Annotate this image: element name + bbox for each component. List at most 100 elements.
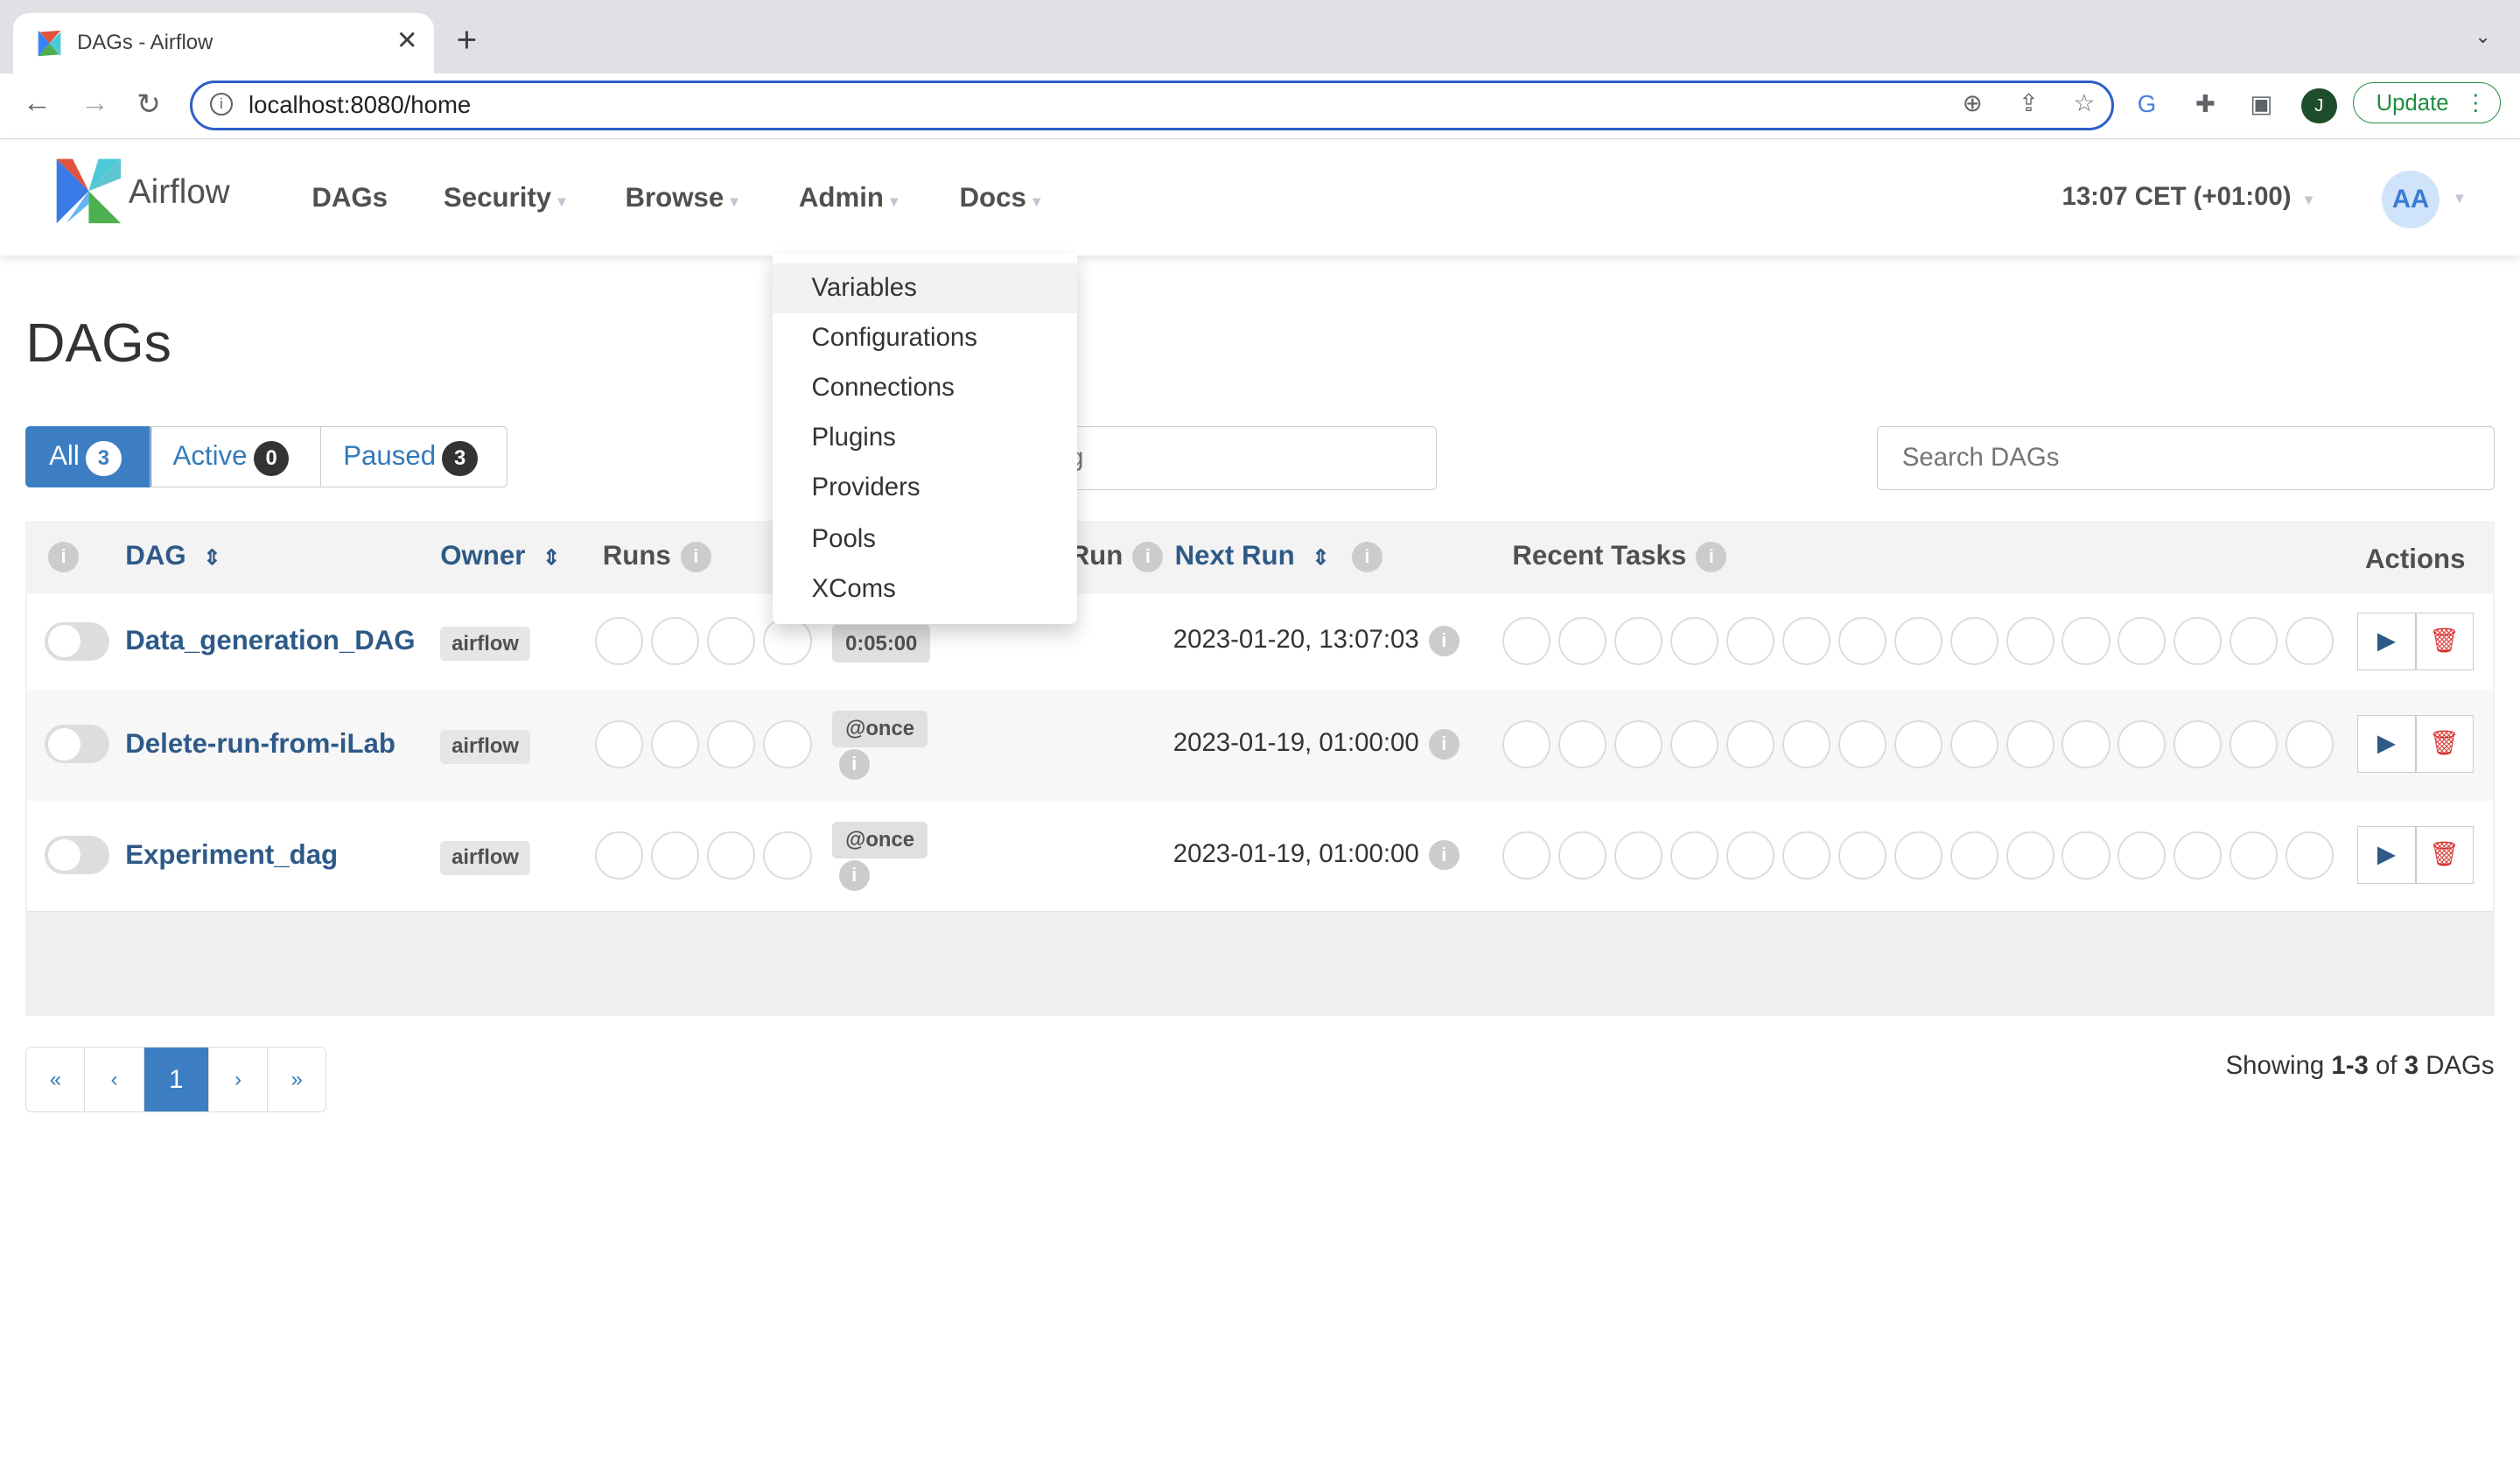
task-status-circle[interactable]: [2286, 719, 2334, 768]
pause-toggle[interactable]: [45, 836, 109, 875]
update-button[interactable]: Update ⋮: [2352, 81, 2501, 124]
info-icon[interactable]: i: [1132, 542, 1164, 573]
new-tab-icon[interactable]: +: [457, 19, 478, 60]
run-status-circle[interactable]: [707, 617, 756, 666]
nav-browse[interactable]: Browse ▼: [625, 182, 741, 214]
task-status-circle[interactable]: [2118, 719, 2166, 768]
task-status-circle[interactable]: [2230, 617, 2278, 666]
trigger-dag-button[interactable]: ▶: [2357, 612, 2416, 670]
delete-dag-button[interactable]: 🗑: [2415, 612, 2474, 670]
search-dags-input[interactable]: [1877, 425, 2495, 491]
menu-item-plugins[interactable]: Plugins: [773, 413, 1076, 463]
address-bar[interactable]: i localhost:8080/home ⊕ ⇪ ☆: [189, 80, 2114, 131]
info-icon[interactable]: i: [1696, 542, 1727, 573]
nav-dags[interactable]: DAGs: [312, 182, 388, 214]
task-status-circle[interactable]: [1502, 617, 1551, 666]
bookmark-star-icon[interactable]: ☆: [2074, 89, 2096, 117]
task-status-circle[interactable]: [1558, 831, 1607, 880]
user-avatar[interactable]: AA: [2381, 170, 2440, 228]
run-status-circle[interactable]: [650, 831, 699, 880]
menu-item-pools[interactable]: Pools: [773, 515, 1076, 564]
owner-badge[interactable]: airflow: [440, 627, 530, 662]
task-status-circle[interactable]: [2286, 831, 2334, 880]
schedule-badge[interactable]: @once: [832, 821, 928, 859]
caret-down-icon[interactable]: ▼: [2453, 190, 2467, 207]
info-icon[interactable]: i: [1428, 626, 1460, 657]
menu-item-variables[interactable]: Variables: [773, 263, 1077, 314]
run-status-circle[interactable]: [650, 617, 699, 666]
task-status-circle[interactable]: [1558, 719, 1607, 768]
page-1-button[interactable]: 1: [144, 1047, 210, 1112]
task-status-circle[interactable]: [2118, 831, 2166, 880]
task-status-circle[interactable]: [1782, 617, 1830, 666]
schedule-badge[interactable]: 0:05:00: [832, 625, 930, 663]
nav-security[interactable]: Security ▼: [444, 182, 569, 214]
dag-link[interactable]: Experiment_dag: [125, 839, 338, 871]
task-status-circle[interactable]: [2118, 617, 2166, 666]
task-status-circle[interactable]: [2006, 617, 2054, 666]
task-status-circle[interactable]: [1726, 831, 1775, 880]
next-page-button[interactable]: ›: [209, 1047, 269, 1112]
side-panel-icon[interactable]: ▣: [2250, 90, 2272, 118]
task-status-circle[interactable]: [1614, 719, 1663, 768]
task-status-circle[interactable]: [1726, 617, 1775, 666]
info-icon[interactable]: i: [1428, 839, 1460, 871]
task-status-circle[interactable]: [1894, 617, 1942, 666]
run-status-circle[interactable]: [594, 719, 643, 768]
task-status-circle[interactable]: [2174, 831, 2222, 880]
delete-dag-button[interactable]: 🗑: [2415, 826, 2474, 885]
dag-link[interactable]: Delete-run-from-iLab: [125, 728, 396, 760]
task-status-circle[interactable]: [1614, 831, 1663, 880]
timezone-clock[interactable]: 13:07 CET (+01:00) ▼: [2062, 182, 2315, 212]
task-status-circle[interactable]: [2286, 617, 2334, 666]
task-status-circle[interactable]: [2006, 719, 2054, 768]
back-icon[interactable]: ←: [23, 87, 52, 120]
trigger-dag-button[interactable]: ▶: [2357, 826, 2416, 885]
menu-item-configurations[interactable]: Configurations: [773, 313, 1076, 363]
task-status-circle[interactable]: [1782, 719, 1830, 768]
dag-link[interactable]: Data_generation_DAG: [125, 625, 415, 656]
last-page-button[interactable]: »: [268, 1048, 326, 1111]
task-status-circle[interactable]: [2062, 719, 2110, 768]
site-info-icon[interactable]: i: [209, 92, 233, 116]
airflow-logo-icon[interactable]: [53, 156, 124, 227]
info-icon[interactable]: i: [838, 859, 870, 891]
task-status-circle[interactable]: [1502, 719, 1551, 768]
menu-item-xcoms[interactable]: XComs: [773, 564, 1076, 614]
sort-next-run-header[interactable]: Next Run ⇕ i: [1175, 540, 1382, 573]
prev-page-button[interactable]: ‹: [85, 1047, 144, 1112]
task-status-circle[interactable]: [1670, 617, 1719, 666]
filter-all[interactable]: All 3: [25, 425, 151, 487]
reload-icon[interactable]: ↻: [136, 87, 161, 122]
task-status-circle[interactable]: [2174, 617, 2222, 666]
info-icon[interactable]: i: [1428, 728, 1460, 760]
trigger-dag-button[interactable]: ▶: [2357, 715, 2416, 774]
browser-tab[interactable]: DAGs - Airflow ✕: [12, 12, 434, 74]
run-status-circle[interactable]: [707, 719, 756, 768]
run-status-circle[interactable]: [594, 617, 643, 666]
task-status-circle[interactable]: [1614, 617, 1663, 666]
run-status-circle[interactable]: [763, 719, 812, 768]
task-status-circle[interactable]: [1502, 831, 1551, 880]
task-status-circle[interactable]: [1838, 831, 1886, 880]
task-status-circle[interactable]: [1726, 719, 1775, 768]
filter-active[interactable]: Active 0: [149, 425, 322, 487]
url-text[interactable]: localhost:8080/home: [248, 91, 471, 119]
info-icon[interactable]: i: [48, 542, 79, 573]
nav-docs[interactable]: Docs ▼: [960, 182, 1044, 214]
forward-icon[interactable]: →: [80, 87, 109, 120]
task-status-circle[interactable]: [1894, 831, 1942, 880]
task-status-circle[interactable]: [2062, 831, 2110, 880]
zoom-icon[interactable]: ⊕: [1963, 89, 1983, 117]
run-status-circle[interactable]: [594, 831, 643, 880]
pause-toggle[interactable]: [45, 621, 109, 661]
task-status-circle[interactable]: [1782, 831, 1830, 880]
task-status-circle[interactable]: [1838, 719, 1886, 768]
translate-icon[interactable]: G: [2138, 90, 2156, 118]
task-status-circle[interactable]: [1894, 719, 1942, 768]
schedule-badge[interactable]: @once: [832, 710, 928, 748]
task-status-circle[interactable]: [1670, 719, 1719, 768]
task-status-circle[interactable]: [1838, 617, 1886, 666]
task-status-circle[interactable]: [1950, 719, 1998, 768]
run-status-circle[interactable]: [763, 617, 812, 666]
